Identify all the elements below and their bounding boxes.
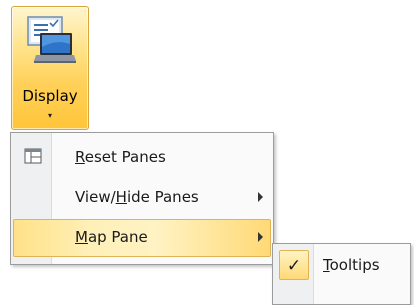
menu-item-map-pane[interactable]: Map Pane [13, 219, 271, 257]
display-dropdown-menu: Reset Panes View/Hide Panes Map Pane [10, 132, 274, 265]
menu-item-label: Map Pane [75, 228, 148, 246]
submenu-item-tooltips[interactable]: ✓ Tooltips [275, 250, 408, 284]
map-pane-submenu: ✓ Tooltips [272, 243, 411, 305]
checkmark-icon: ✓ [279, 250, 309, 280]
menu-item-reset-panes[interactable]: Reset Panes [13, 139, 271, 177]
monitor-icon [27, 16, 76, 63]
menu-item-view-hide-panes[interactable]: View/Hide Panes [13, 179, 271, 217]
display-ribbon-button[interactable]: Display ▾ [11, 6, 89, 130]
submenu-arrow-icon [258, 232, 263, 242]
chevron-down-icon: ▾ [47, 111, 52, 120]
display-button-label: Display [22, 87, 78, 105]
menu-item-label: View/Hide Panes [75, 188, 199, 206]
menu-item-label: Reset Panes [75, 148, 166, 166]
reset-panes-icon [24, 148, 42, 164]
submenu-item-label: Tooltips [323, 256, 380, 274]
submenu-arrow-icon [258, 192, 263, 202]
